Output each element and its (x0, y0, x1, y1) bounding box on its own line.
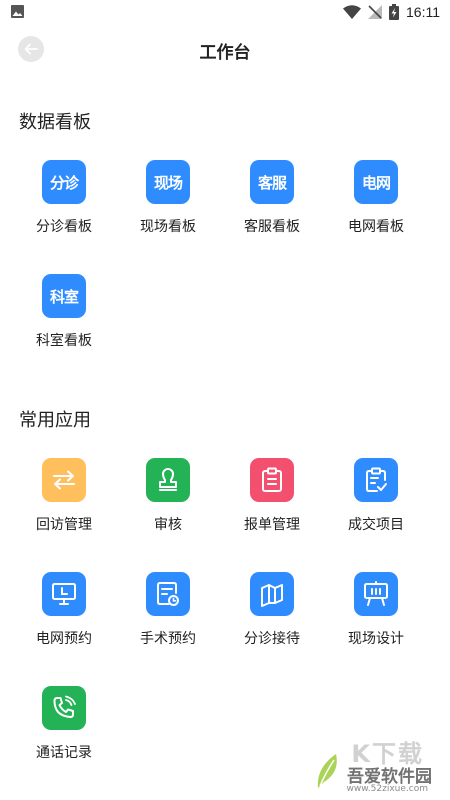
page-title: 工作台 (199, 43, 251, 63)
stamp-icon (146, 458, 190, 502)
swap-arrows-icon (42, 458, 86, 502)
watermark-url: www.52zixue.com (346, 784, 428, 794)
app-triage-reception[interactable]: 分诊接待 (220, 572, 324, 648)
header: 工作台 (0, 28, 450, 70)
item-label: 回访管理 (36, 517, 92, 533)
onsite-board-icon: 现场 (146, 160, 190, 204)
map-fold-icon (250, 572, 294, 616)
status-bar: 16:11 (0, 0, 450, 24)
item-label: 审核 (154, 517, 182, 533)
item-label: 电网看板 (348, 219, 404, 235)
item-label: 分诊接待 (244, 631, 300, 647)
monitor-icon (42, 572, 86, 616)
item-label: 通话记录 (36, 745, 92, 761)
app-call-records[interactable]: 通话记录 (12, 686, 116, 762)
customer-service-board-icon: 客服 (250, 160, 294, 204)
item-label: 科室看板 (36, 333, 92, 349)
item-label: 现场看板 (140, 219, 196, 235)
board-network[interactable]: 电网 电网看板 (324, 160, 428, 236)
section-title-data-board: 数据看板 (19, 112, 91, 133)
item-label: 分诊看板 (36, 219, 92, 235)
network-board-icon: 电网 (354, 160, 398, 204)
app-surgery-appointment[interactable]: 手术预约 (116, 572, 220, 648)
battery-charging-icon (389, 4, 399, 20)
phone-icon (42, 686, 86, 730)
triage-board-icon: 分诊 (42, 160, 86, 204)
board-customer-service[interactable]: 客服 客服看板 (220, 160, 324, 236)
status-time: 16:11 (406, 4, 440, 20)
no-signal-icon (368, 5, 382, 19)
department-board-icon: 科室 (42, 274, 86, 318)
form-clock-icon (146, 572, 190, 616)
app-deal-items[interactable]: 成交项目 (324, 458, 428, 534)
app-follow-up[interactable]: 回访管理 (12, 458, 116, 534)
board-triage[interactable]: 分诊 分诊看板 (12, 160, 116, 236)
app-onsite-design[interactable]: 现场设计 (324, 572, 428, 648)
item-label: 现场设计 (348, 631, 404, 647)
item-label: 客服看板 (244, 219, 300, 235)
leaf-logo-icon (317, 754, 337, 788)
watermark: K下载 吾爱软件园 www.52zixue.com (312, 734, 442, 796)
app-review[interactable]: 审核 (116, 458, 220, 534)
image-notification-icon (11, 5, 24, 18)
section-title-common-apps: 常用应用 (19, 410, 91, 431)
app-report-management[interactable]: 报单管理 (220, 458, 324, 534)
item-label: 电网预约 (36, 631, 92, 647)
clipboard-check-icon (354, 458, 398, 502)
wifi-icon (343, 5, 361, 19)
board-department[interactable]: 科室 科室看板 (12, 274, 116, 350)
board-onsite[interactable]: 现场 现场看板 (116, 160, 220, 236)
easel-icon (354, 572, 398, 616)
item-label: 报单管理 (244, 517, 300, 533)
app-network-appointment[interactable]: 电网预约 (12, 572, 116, 648)
clipboard-icon (250, 458, 294, 502)
item-label: 成交项目 (348, 517, 404, 533)
item-label: 手术预约 (140, 631, 196, 647)
